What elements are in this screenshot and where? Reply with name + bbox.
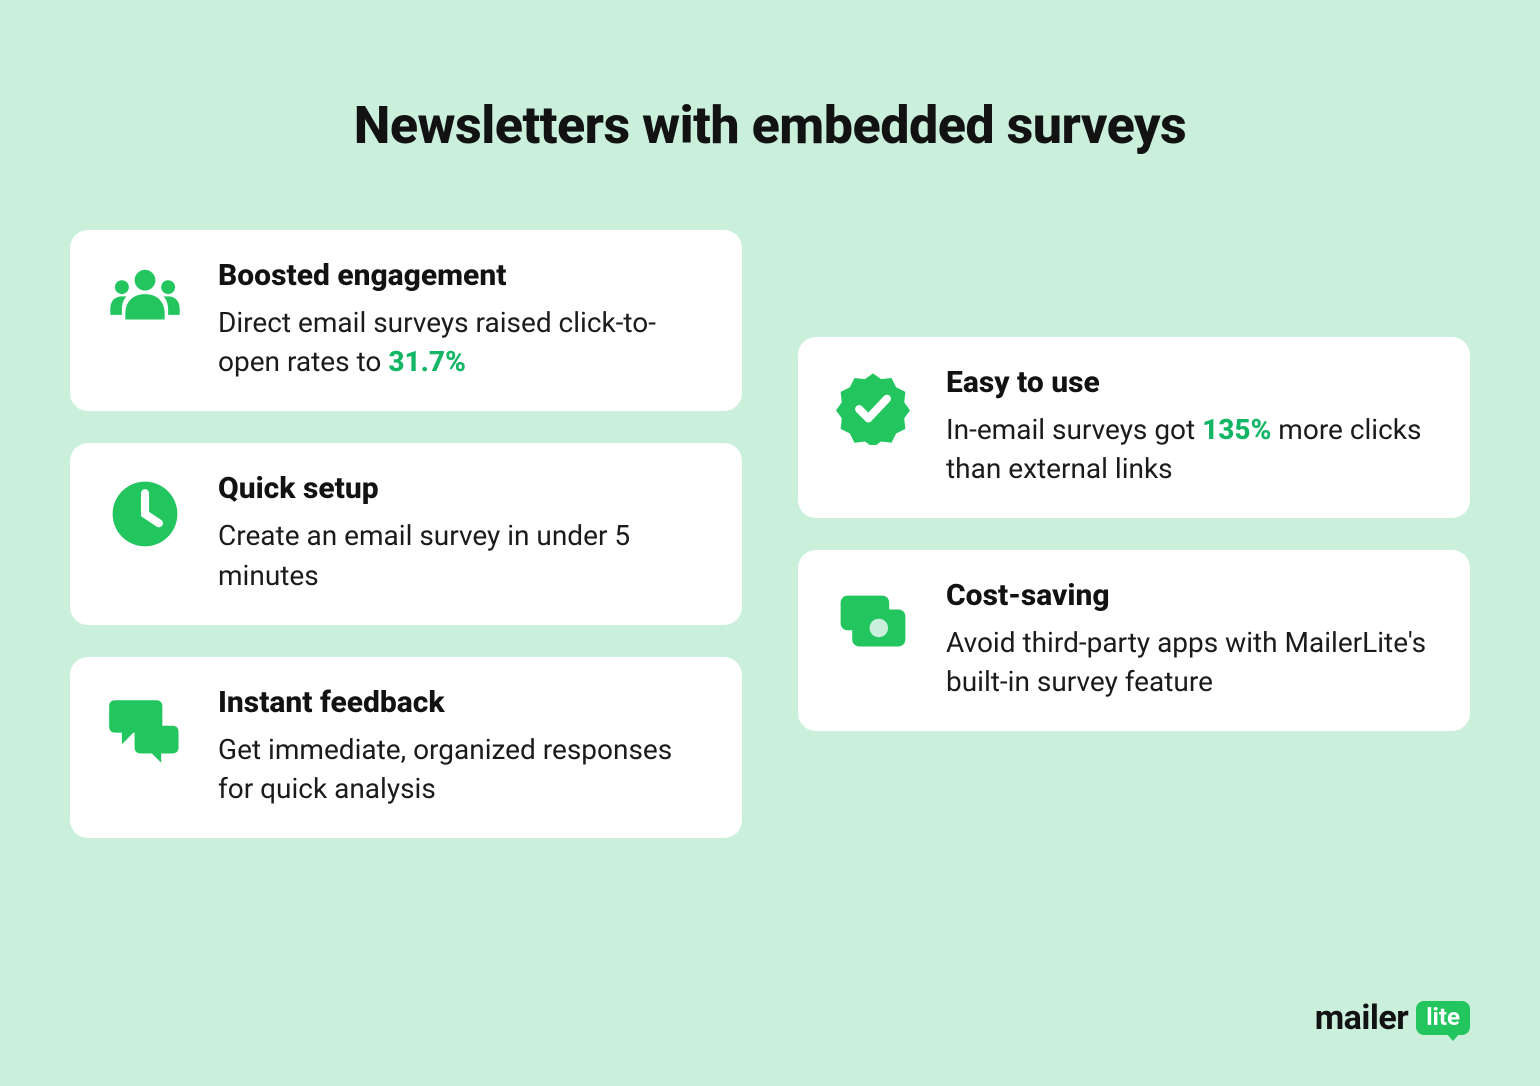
brand-badge: lite [1416,1001,1470,1035]
badge-check-icon [828,365,918,445]
card-desc: Direct email surveys raised click-to-ope… [218,303,708,381]
stat-highlight: 31.7% [388,345,466,378]
card-title: Cost-saving [946,578,1436,613]
brand-name: mailer [1315,998,1408,1038]
card-title: Instant feedback [218,685,708,720]
card-instant-feedback: Instant feedback Get immediate, organize… [70,657,742,838]
card-title: Boosted engagement [218,258,708,293]
column-left: Boosted engagement Direct email surveys … [70,230,742,838]
card-title: Quick setup [218,471,708,506]
card-easy-to-use: Easy to use In-email surveys got 135% mo… [798,337,1470,518]
card-desc: Get immediate, organized responses for q… [218,730,708,808]
card-cost-saving: Cost-saving Avoid third-party apps with … [798,550,1470,731]
money-icon [828,578,918,658]
card-desc: In-email surveys got 135% more clicks th… [946,410,1436,488]
column-right: Easy to use In-email surveys got 135% mo… [798,230,1470,838]
stat-highlight: 135% [1202,413,1271,446]
brand-logo: mailer lite [1315,998,1470,1038]
card-quick-setup: Quick setup Create an email survey in un… [70,443,742,624]
card-boosted-engagement: Boosted engagement Direct email surveys … [70,230,742,411]
card-desc: Create an email survey in under 5 minute… [218,516,708,594]
card-desc: Avoid third-party apps with MailerLite's… [946,623,1436,701]
feature-columns: Boosted engagement Direct email surveys … [70,230,1470,838]
chat-icon [100,685,190,765]
clock-icon [100,471,190,551]
card-title: Easy to use [946,365,1436,400]
page-title: Newsletters with embedded surveys [0,95,1540,156]
people-icon [100,258,190,338]
